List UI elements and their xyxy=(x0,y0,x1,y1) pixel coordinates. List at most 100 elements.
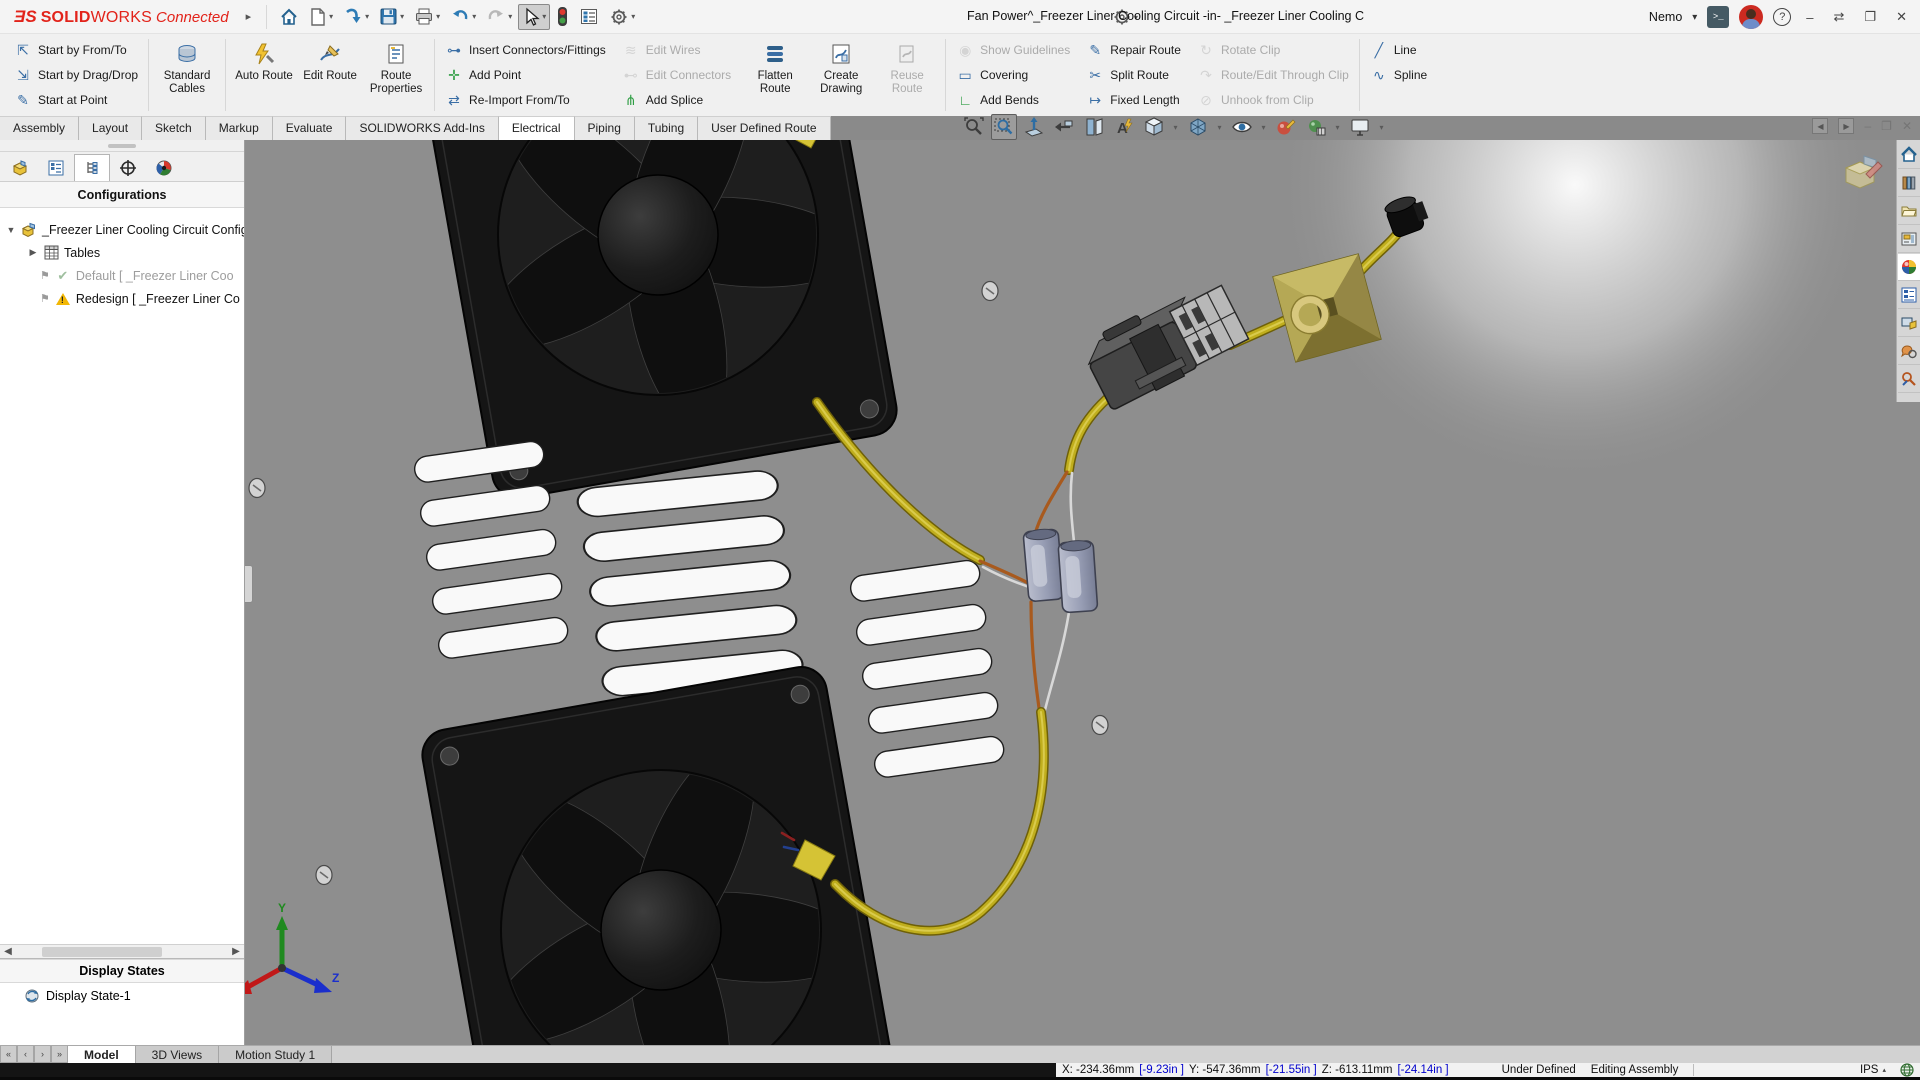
interference-check-button[interactable] xyxy=(552,4,573,30)
tab-user-defined-route[interactable]: User Defined Route xyxy=(698,116,830,140)
auto-route-button[interactable]: Auto Route xyxy=(232,38,296,112)
print-button[interactable]: ▾ xyxy=(410,4,444,30)
tab-model[interactable]: Model xyxy=(68,1046,136,1063)
console-icon[interactable]: >_ xyxy=(1707,6,1729,28)
pack-and-go-button[interactable] xyxy=(1898,310,1920,337)
split-route-button[interactable]: ✂Split Route xyxy=(1086,63,1181,87)
view-settings-button[interactable] xyxy=(1347,114,1373,140)
prev-tab-button[interactable]: ‹ xyxy=(17,1046,34,1063)
flatten-route-button[interactable]: Flatten Route xyxy=(743,38,807,112)
pane-right-button[interactable]: ▶ xyxy=(1838,118,1854,134)
web-help-globe-icon[interactable] xyxy=(1900,1063,1914,1077)
tab-layout[interactable]: Layout xyxy=(79,116,142,140)
resources-home-button[interactable] xyxy=(1898,142,1920,169)
collapse-arrow-icon[interactable]: ▶ xyxy=(28,247,38,258)
design-library-button[interactable] xyxy=(1898,170,1920,197)
options-button[interactable]: ▾ xyxy=(605,4,639,30)
apply-scene-button[interactable] xyxy=(1303,114,1329,140)
dropdown-arrow-icon[interactable]: ▾ xyxy=(1333,123,1343,132)
line-tool-button[interactable]: ╱Line xyxy=(1370,38,1427,62)
redo-button[interactable]: ▾ xyxy=(482,4,516,30)
graphics-viewport[interactable]: Y X Z xyxy=(245,140,1920,1045)
3d-scene[interactable]: Y X Z xyxy=(245,140,1920,1045)
dimxpertmanager-tab[interactable] xyxy=(110,154,146,181)
tab-piping[interactable]: Piping xyxy=(575,116,635,140)
custom-properties-button[interactable] xyxy=(1898,282,1920,309)
tab-motion-study[interactable]: Motion Study 1 xyxy=(219,1046,332,1063)
previous-view-button[interactable] xyxy=(1051,114,1077,140)
add-bends-button[interactable]: ∟Add Bends xyxy=(956,88,1070,112)
display-state-item[interactable]: Display State-1 xyxy=(0,983,244,1009)
scroll-right-icon[interactable]: ▶ xyxy=(228,946,244,957)
tab-evaluate[interactable]: Evaluate xyxy=(273,116,347,140)
displaymanager-tab[interactable] xyxy=(146,154,182,181)
featuremanager-tab[interactable] xyxy=(2,154,38,181)
undo-button[interactable]: ▾ xyxy=(446,4,480,30)
user-dropdown-icon[interactable]: ▾ xyxy=(1692,12,1697,23)
tab-sketch[interactable]: Sketch xyxy=(142,116,206,140)
units-selector[interactable]: IPS ▴ xyxy=(1860,1064,1886,1076)
user-avatar[interactable] xyxy=(1739,5,1763,29)
tree-item-default-config[interactable]: ⚑ ✔ Default [ _Freezer Liner Coo xyxy=(0,264,244,287)
tree-item-redesign-config[interactable]: ⚑ Redesign [ _Freezer Liner Co xyxy=(0,287,244,310)
first-tab-button[interactable]: « xyxy=(0,1046,17,1063)
tab-electrical[interactable]: Electrical xyxy=(499,116,575,140)
start-by-dragdrop-button[interactable]: ⇲Start by Drag/Drop xyxy=(14,63,138,87)
spline-tool-button[interactable]: ∿Spline xyxy=(1370,63,1427,87)
fixed-length-button[interactable]: ↦Fixed Length xyxy=(1086,88,1181,112)
covering-button[interactable]: ▭Covering xyxy=(956,63,1070,87)
select-tool-button[interactable]: ▾ xyxy=(518,4,550,30)
forum-button[interactable] xyxy=(1898,338,1920,365)
minimize-button[interactable]: – xyxy=(1801,10,1818,25)
configurationmanager-tab[interactable] xyxy=(74,154,110,181)
wall-screw[interactable] xyxy=(1092,716,1108,735)
home-button[interactable] xyxy=(275,4,303,30)
section-view-button[interactable] xyxy=(1081,114,1107,140)
wall-screw[interactable] xyxy=(249,479,265,498)
save-button[interactable]: ▾ xyxy=(375,4,408,30)
tab-tubing[interactable]: Tubing xyxy=(635,116,698,140)
scrollbar-thumb[interactable] xyxy=(42,947,162,957)
hide-show-items-button[interactable] xyxy=(1229,114,1255,140)
add-point-button[interactable]: ✛Add Point xyxy=(445,63,606,87)
view-orientation-button[interactable] xyxy=(1141,114,1167,140)
edit-route-button[interactable]: Edit Route xyxy=(298,38,362,112)
last-tab-button[interactable]: » xyxy=(51,1046,68,1063)
tab-solidworks-addins[interactable]: SOLIDWORKS Add-Ins xyxy=(346,116,498,140)
panel-grip[interactable] xyxy=(108,144,136,148)
search-tools-button[interactable] xyxy=(1898,366,1920,393)
panel-horizontal-scrollbar[interactable]: ◀ ▶ xyxy=(0,944,244,959)
add-splice-button[interactable]: ⋔Add Splice xyxy=(622,88,731,112)
next-tab-button[interactable]: › xyxy=(34,1046,51,1063)
dropdown-arrow-icon[interactable]: ▾ xyxy=(1215,123,1225,132)
tree-item-tables[interactable]: ▶ Tables xyxy=(0,241,244,264)
tree-item-root[interactable]: ▼ _Freezer Liner Cooling Circuit Config xyxy=(0,218,244,241)
expand-arrow-icon[interactable]: ▼ xyxy=(6,225,16,235)
tab-3d-views[interactable]: 3D Views xyxy=(136,1046,219,1063)
panel-splitter-handle[interactable] xyxy=(245,565,253,603)
reimport-fromto-button[interactable]: ⇄Re-Import From/To xyxy=(445,88,606,112)
insert-connectors-button[interactable]: ⊶Insert Connectors/Fittings xyxy=(445,38,606,62)
restore-button[interactable]: ❐ xyxy=(1859,9,1881,25)
wall-screw[interactable] xyxy=(982,282,998,301)
dynamic-annotation-views-button[interactable]: A xyxy=(1111,114,1137,140)
create-drawing-button[interactable]: Create Drawing xyxy=(809,38,873,112)
propertymanager-tab[interactable] xyxy=(38,154,74,181)
zoom-to-area-button[interactable] xyxy=(991,114,1017,140)
close-button[interactable]: ✕ xyxy=(1891,9,1912,25)
display-style-button[interactable] xyxy=(1185,114,1211,140)
wall-screw[interactable] xyxy=(316,866,332,885)
open-button[interactable]: ▾ xyxy=(339,4,373,30)
zoom-to-fit-button[interactable] xyxy=(961,114,987,140)
help-icon[interactable]: ? xyxy=(1773,8,1791,26)
pane-left-button[interactable]: ◀ xyxy=(1812,118,1828,134)
new-document-button[interactable]: ▾ xyxy=(305,4,337,30)
edit-appearance-button[interactable] xyxy=(1273,114,1299,140)
normal-to-button[interactable] xyxy=(1021,114,1047,140)
report-button[interactable] xyxy=(575,4,603,30)
user-name[interactable]: Nemo xyxy=(1649,10,1682,24)
standard-cables-button[interactable]: Standard Cables xyxy=(155,38,219,112)
route-properties-button[interactable]: Route Properties xyxy=(364,38,428,112)
dropdown-arrow-icon[interactable]: ▾ xyxy=(1171,123,1181,132)
start-at-point-button[interactable]: ✎Start at Point xyxy=(14,88,138,112)
